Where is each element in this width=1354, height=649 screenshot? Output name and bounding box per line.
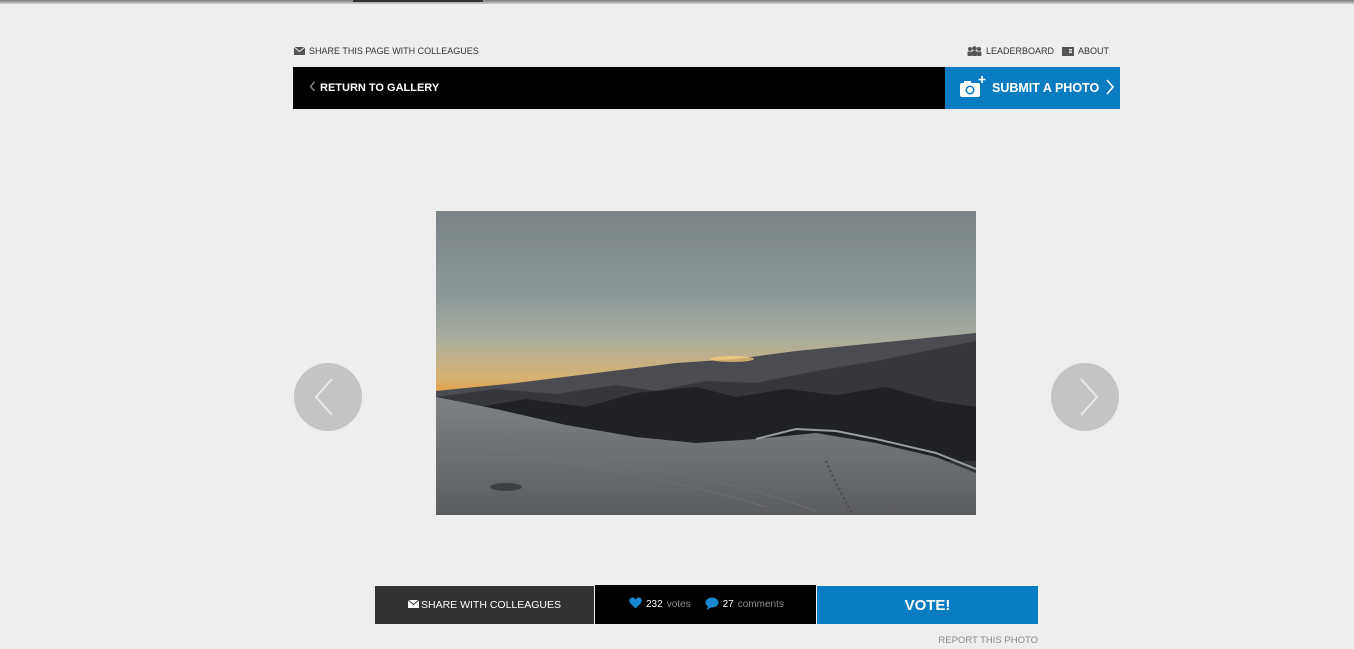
previous-photo-button[interactable] xyxy=(294,363,362,431)
votes-label: votes xyxy=(666,599,691,610)
votes-stat[interactable]: 232 votes xyxy=(629,597,691,612)
chevron-right-icon xyxy=(1105,78,1115,98)
comments-count: 27 xyxy=(722,599,734,610)
gallery-photo xyxy=(436,211,976,515)
people-icon xyxy=(967,46,982,56)
envelope-icon xyxy=(294,47,305,55)
comments-label: comments xyxy=(737,599,784,610)
leaderboard-link[interactable]: LEADERBOARD xyxy=(967,46,1054,56)
active-tab-indicator xyxy=(353,0,483,2)
browser-top-strip xyxy=(0,0,1354,4)
about-link[interactable]: ABOUT xyxy=(1062,46,1109,56)
votes-count: 232 xyxy=(646,599,663,610)
share-page-link[interactable]: SHARE THIS PAGE WITH COLLEAGUES xyxy=(294,46,479,56)
vote-label: VOTE! xyxy=(904,596,951,614)
return-label: RETURN TO GALLERY xyxy=(320,82,440,94)
vote-button[interactable]: VOTE! xyxy=(817,586,1038,624)
share-page-label: SHARE THIS PAGE WITH COLLEAGUES xyxy=(309,46,479,56)
submit-photo-button[interactable]: SUBMIT A PHOTO xyxy=(945,67,1120,109)
photo-stats: 232 votes 27 comments xyxy=(595,585,816,624)
share-label: SHARE WITH COLLEAGUES xyxy=(420,599,562,611)
next-photo-button[interactable] xyxy=(1051,363,1119,431)
camera-plus-icon xyxy=(959,75,986,101)
return-to-gallery-button[interactable]: RETURN TO GALLERY xyxy=(309,67,439,109)
mountain-sunrise-image xyxy=(436,333,976,515)
envelope-icon xyxy=(407,599,420,611)
submit-label: SUBMIT A PHOTO xyxy=(992,81,1100,95)
comments-stat[interactable]: 27 comments xyxy=(705,597,784,613)
about-label: ABOUT xyxy=(1078,46,1110,56)
speech-bubble-icon xyxy=(705,597,719,613)
share-with-colleagues-button[interactable]: SHARE WITH COLLEAGUES xyxy=(375,586,594,624)
report-photo-link[interactable]: REPORT THIS PHOTO xyxy=(938,635,1038,646)
heart-icon xyxy=(629,597,642,612)
gallery-navbar: RETURN TO GALLERY SUBMIT A PHOTO xyxy=(293,67,1120,109)
leaderboard-label: LEADERBOARD xyxy=(986,46,1055,56)
chevron-left-icon xyxy=(309,81,316,95)
info-card-icon xyxy=(1062,46,1074,56)
